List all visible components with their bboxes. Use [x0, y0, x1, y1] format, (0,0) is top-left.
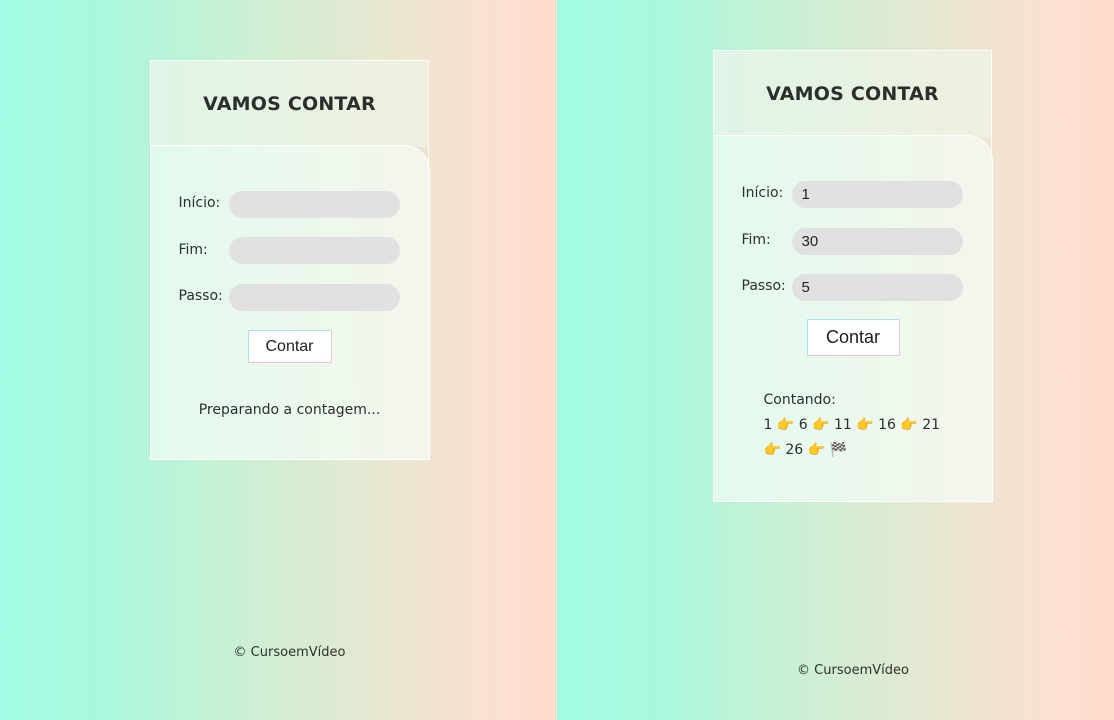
counter-card: VAMOS CONTAR Início: Fim: Passo: Contar … [149, 60, 430, 460]
step-label: Passo: [741, 278, 786, 294]
counter-card: VAMOS CONTAR Início: Fim: Passo: Contar … [712, 50, 993, 502]
card-body: Início: Fim: Passo: Contar Contando: 1 👉… [712, 135, 993, 502]
footer-copyright: © CursoemVídeo [797, 663, 909, 678]
left-page: VAMOS CONTAR Início: Fim: Passo: Contar … [0, 0, 557, 720]
start-input[interactable] [228, 191, 400, 218]
result-text: Preparando a contagem... [198, 402, 381, 418]
end-label: Fim: [741, 232, 771, 248]
step-label: Passo: [178, 288, 223, 304]
page-title: VAMOS CONTAR [766, 83, 939, 105]
screenshot-stage: VAMOS CONTAR Início: Fim: Passo: Contar … [0, 0, 1114, 720]
result-heading: Contando: [763, 392, 836, 408]
card-header: VAMOS CONTAR [151, 61, 428, 147]
end-input[interactable] [791, 228, 963, 255]
start-label: Início: [178, 195, 221, 211]
start-label: Início: [741, 185, 784, 201]
footer-copyright: © CursoemVídeo [233, 645, 346, 660]
step-input[interactable] [791, 274, 963, 301]
result-count-line-2: 👉 26 👉 🏁 [763, 442, 847, 458]
count-button[interactable]: Contar [806, 319, 900, 356]
end-input[interactable] [228, 237, 400, 264]
start-input[interactable] [791, 181, 963, 208]
step-input[interactable] [228, 284, 400, 311]
count-button[interactable]: Contar [247, 330, 332, 363]
card-header: VAMOS CONTAR [714, 51, 991, 137]
result-count-line-1: 1 👉 6 👉 11 👉 16 👉 21 [763, 417, 941, 433]
page-title: VAMOS CONTAR [203, 93, 376, 115]
right-page: VAMOS CONTAR Início: Fim: Passo: Contar … [557, 0, 1114, 720]
end-label: Fim: [178, 242, 208, 258]
card-body: Início: Fim: Passo: Contar Preparando a … [149, 145, 430, 460]
